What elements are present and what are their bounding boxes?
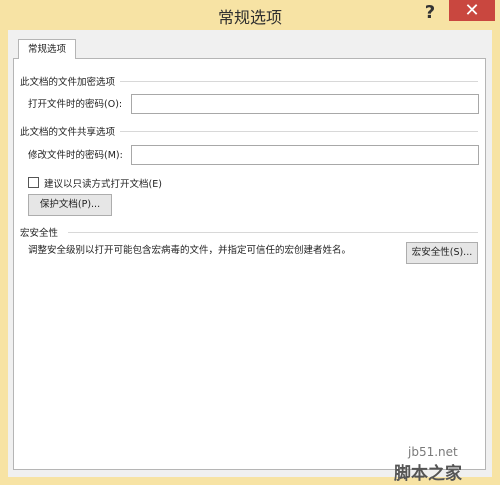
mnemonic: (O): <box>104 99 123 110</box>
tab-panel: 此文档的文件加密选项 打开文件时的密码(O): 此文档的文件共享选项 修改文件时… <box>13 58 486 470</box>
open-password-field[interactable] <box>131 94 479 114</box>
readonly-label[interactable]: 建议以只读方式打开文档(E) <box>44 176 162 190</box>
modify-password-label: 修改文件时的密码(M): <box>28 150 123 161</box>
open-password-label: 打开文件时的密码(O): <box>28 99 123 110</box>
protect-document-button[interactable]: 保护文档(P)... <box>28 194 112 216</box>
sharing-heading: 此文档的文件共享选项 <box>20 127 116 138</box>
close-button[interactable]: ✕ <box>449 0 495 21</box>
divider <box>120 131 478 132</box>
divider <box>120 81 478 82</box>
title-bar: 常规选项 ? ✕ <box>0 0 500 30</box>
help-icon[interactable]: ? <box>417 0 443 26</box>
macro-heading: 宏安全性 <box>20 228 59 239</box>
divider <box>68 232 478 233</box>
watermark-site: jb51.net <box>408 445 458 459</box>
modify-password-field[interactable] <box>131 145 479 165</box>
macro-description: 调整安全级别以打开可能包含宏病毒的文件，并指定可信任的宏创建者姓名。 <box>28 245 352 256</box>
macro-security-button[interactable]: 宏安全性(S)... <box>406 242 478 264</box>
tab-general-options[interactable]: 常规选项 <box>18 39 76 59</box>
encryption-heading: 此文档的文件加密选项 <box>20 77 116 88</box>
readonly-checkbox[interactable] <box>28 177 39 188</box>
watermark-brand: 脚本之家 <box>394 464 462 484</box>
dialog-body: 常规选项 此文档的文件加密选项 打开文件时的密码(O): 此文档的文件共享选项 … <box>8 30 492 477</box>
